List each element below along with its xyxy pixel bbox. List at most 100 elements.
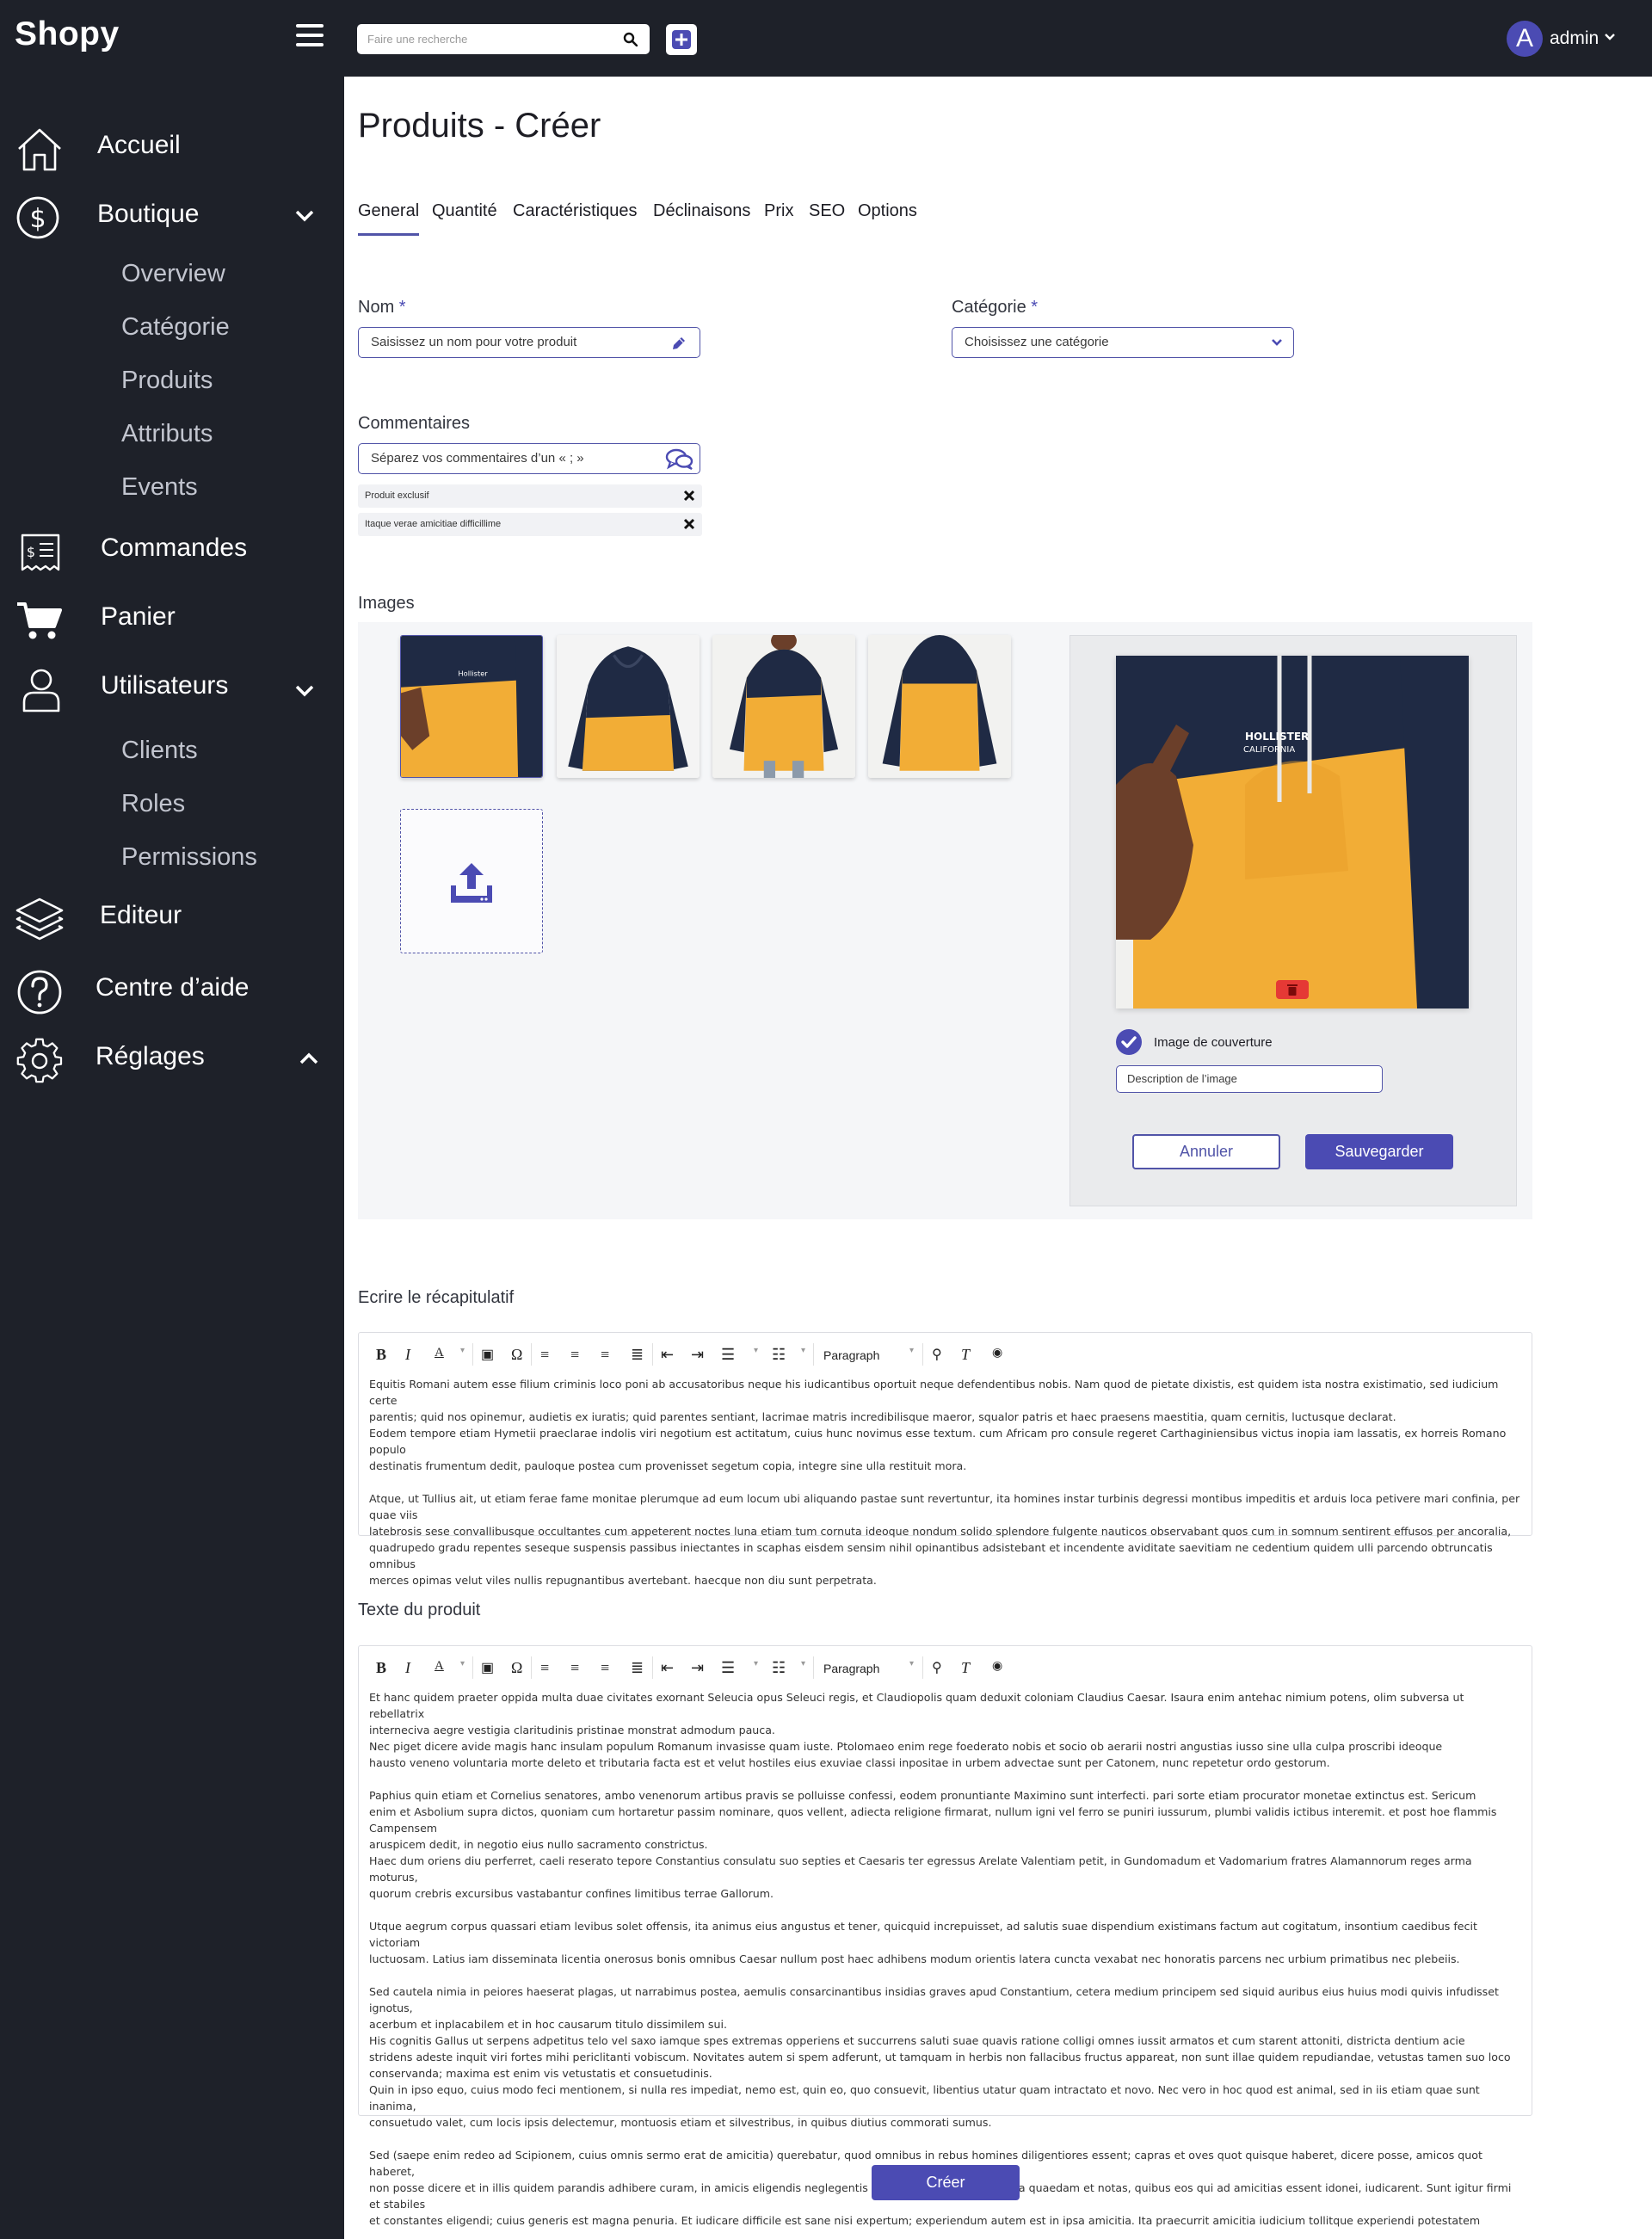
editor-content[interactable]: Et hanc quidem praeter oppida multa duae…: [369, 1689, 1522, 2239]
search-icon[interactable]: [623, 32, 638, 46]
cancel-button[interactable]: Annuler: [1132, 1134, 1280, 1169]
sidebar-subitem-events[interactable]: Events: [121, 473, 198, 502]
dropdown-caret-icon[interactable]: ▾: [909, 1659, 914, 1676]
product-image-thumb[interactable]: [712, 635, 855, 778]
preview-eye-icon[interactable]: ◉: [992, 1659, 1002, 1676]
find-icon[interactable]: ⚲: [932, 1346, 942, 1363]
category-input[interactable]: [965, 328, 1240, 356]
numbered-list-icon[interactable]: ☷: [772, 1659, 786, 1676]
create-button[interactable]: Créer: [872, 2165, 1020, 2200]
text-line: His cognitis Gallus ut serpens adpetitus…: [369, 2034, 1465, 2047]
chevron-down-icon[interactable]: [295, 210, 314, 222]
tab-prix[interactable]: Prix: [764, 201, 793, 236]
sidebar-subitem-produits[interactable]: Produits: [121, 367, 213, 395]
sidebar-item-panier[interactable]: Panier: [0, 590, 344, 645]
italic-icon[interactable]: I: [405, 1659, 410, 1676]
clear-format-icon[interactable]: T: [961, 1659, 970, 1676]
user-name[interactable]: admin: [1550, 28, 1599, 49]
image-description-input[interactable]: [1127, 1066, 1368, 1091]
special-char-icon[interactable]: Ω: [511, 1346, 522, 1363]
outdent-icon[interactable]: ⇤: [661, 1659, 674, 1676]
delete-image-button[interactable]: [1276, 980, 1309, 999]
align-center-icon[interactable]: ≡: [570, 1659, 579, 1676]
menu-toggle-icon[interactable]: [296, 24, 324, 50]
sidebar-item-accueil[interactable]: Accueil: [0, 119, 344, 174]
tab-caracteristiques[interactable]: Caractéristiques: [513, 201, 638, 236]
align-center-icon[interactable]: ≡: [570, 1346, 579, 1363]
sidebar-item-reglages[interactable]: Réglages: [0, 1030, 344, 1085]
dropdown-caret-icon[interactable]: ▾: [801, 1659, 805, 1676]
sidebar-item-label: Panier: [101, 602, 176, 631]
dropdown-caret-icon[interactable]: ▾: [754, 1346, 758, 1363]
numbered-list-icon[interactable]: ☷: [772, 1346, 786, 1363]
special-char-icon[interactable]: Ω: [511, 1659, 522, 1676]
product-text-editor[interactable]: B I A ▾ ▣ Ω ≡ ≡ ≡ ≣ ⇤ ⇥ ☰ ▾ ☷ ▾ Paragrap…: [358, 1645, 1532, 2227]
format-select[interactable]: Paragraph: [823, 1348, 879, 1362]
tab-quantite[interactable]: Quantité: [432, 201, 497, 236]
dropdown-caret-icon[interactable]: ▾: [460, 1659, 465, 1676]
indent-icon[interactable]: ⇥: [691, 1346, 704, 1363]
save-button[interactable]: Sauvegarder: [1305, 1134, 1453, 1169]
chevron-down-icon[interactable]: [1604, 33, 1616, 41]
clear-format-icon[interactable]: T: [961, 1346, 970, 1363]
dropdown-caret-icon[interactable]: ▾: [909, 1346, 914, 1363]
bold-icon[interactable]: B: [376, 1346, 386, 1363]
product-image-thumb[interactable]: Hollister: [400, 635, 543, 778]
align-right-icon[interactable]: ≡: [601, 1659, 609, 1676]
format-select[interactable]: Paragraph: [823, 1662, 879, 1675]
dropdown-caret-icon[interactable]: ▾: [754, 1659, 758, 1676]
close-icon[interactable]: [682, 517, 696, 531]
add-button[interactable]: [666, 24, 697, 55]
bullet-list-icon[interactable]: ☰: [721, 1346, 735, 1363]
avatar[interactable]: A: [1507, 21, 1543, 57]
sidebar-item-commandes[interactable]: $ Commandes: [0, 521, 344, 577]
image-insert-icon[interactable]: ▣: [481, 1659, 494, 1676]
image-upload-dropzone[interactable]: [400, 809, 543, 953]
sidebar-subitem-permissions[interactable]: Permissions: [121, 843, 257, 872]
sidebar-subitem-attributs[interactable]: Attributs: [121, 420, 213, 448]
indent-icon[interactable]: ⇥: [691, 1659, 704, 1676]
sidebar-subitem-clients[interactable]: Clients: [121, 737, 198, 765]
comments-input[interactable]: [371, 444, 646, 472]
app-logo[interactable]: Shopy: [15, 15, 120, 53]
tab-general[interactable]: General: [358, 201, 420, 236]
sidebar-subitem-overview[interactable]: Overview: [121, 260, 225, 288]
sidebar-item-utilisateurs[interactable]: Utilisateurs: [0, 659, 344, 714]
align-left-icon[interactable]: ≡: [540, 1659, 549, 1676]
text-line: Utque aegrum corpus quassari etiam levib…: [369, 1920, 1477, 1949]
dropdown-caret-icon[interactable]: ▾: [460, 1346, 465, 1363]
cover-image-checkbox[interactable]: [1116, 1029, 1142, 1055]
tab-options[interactable]: Options: [858, 201, 917, 236]
align-left-icon[interactable]: ≡: [540, 1346, 549, 1363]
product-image-thumb[interactable]: [557, 635, 700, 778]
name-input[interactable]: [371, 328, 646, 356]
bold-icon[interactable]: B: [376, 1659, 386, 1676]
summary-editor[interactable]: B I A ▾ ▣ Ω ≡ ≡ ≡ ≣ ⇤ ⇥ ☰ ▾ ☷ ▾ Paragrap…: [358, 1332, 1532, 1587]
align-justify-icon[interactable]: ≣: [631, 1659, 644, 1676]
sidebar-item-boutique[interactable]: $ Boutique: [0, 188, 344, 243]
preview-eye-icon[interactable]: ◉: [992, 1346, 1002, 1363]
dropdown-caret-icon[interactable]: ▾: [801, 1346, 805, 1363]
chevron-up-icon[interactable]: [299, 1052, 318, 1064]
sidebar-subitem-roles[interactable]: Roles: [121, 790, 185, 818]
bullet-list-icon[interactable]: ☰: [721, 1659, 735, 1676]
outdent-icon[interactable]: ⇤: [661, 1346, 674, 1363]
product-image-thumb[interactable]: [868, 635, 1011, 778]
italic-icon[interactable]: I: [405, 1346, 410, 1363]
editor-content[interactable]: Equitis Romani autem esse filium crimini…: [369, 1376, 1522, 1605]
close-icon[interactable]: [682, 489, 696, 503]
align-justify-icon[interactable]: ≣: [631, 1346, 644, 1363]
tab-seo[interactable]: SEO: [809, 201, 845, 236]
find-icon[interactable]: ⚲: [932, 1659, 942, 1676]
category-select[interactable]: [952, 327, 1294, 358]
search-input[interactable]: [367, 24, 617, 54]
chevron-down-icon[interactable]: [295, 685, 314, 697]
image-insert-icon[interactable]: ▣: [481, 1346, 494, 1363]
text-color-icon[interactable]: A: [435, 1346, 444, 1363]
sidebar-item-editeur[interactable]: Editeur: [0, 889, 344, 944]
tab-declinaisons[interactable]: Déclinaisons: [653, 201, 750, 236]
text-color-icon[interactable]: A: [435, 1659, 444, 1676]
sidebar-item-centre-aide[interactable]: Centre d’aide: [0, 961, 344, 1016]
align-right-icon[interactable]: ≡: [601, 1346, 609, 1363]
sidebar-subitem-categorie[interactable]: Catégorie: [121, 313, 230, 342]
